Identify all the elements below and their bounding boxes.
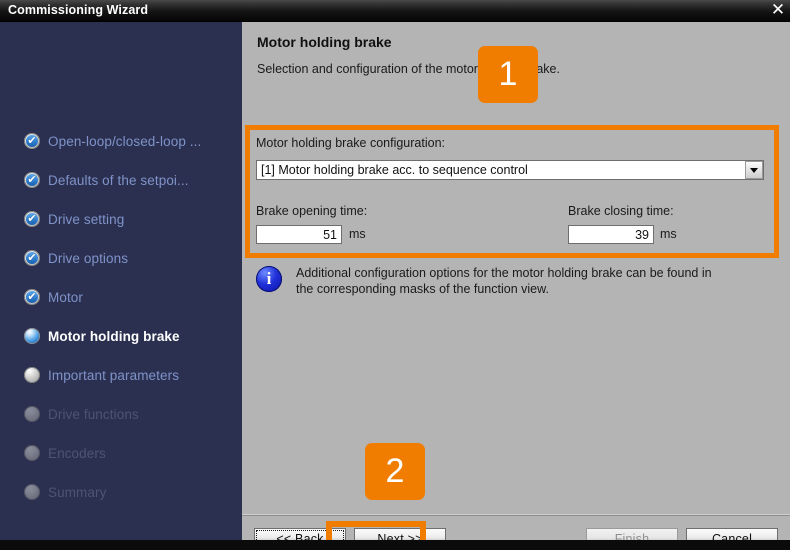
sidebar-item-label: Open-loop/closed-loop ... xyxy=(48,133,202,149)
wizard-step-sidebar: ✔ Open-loop/closed-loop ... ✔ Defaults of t… xyxy=(0,22,242,540)
check-circle-icon: ✔ xyxy=(24,133,40,149)
disabled-circle-icon xyxy=(24,406,40,422)
sidebar-item-important-parameters[interactable]: Important parameters xyxy=(24,364,179,386)
annotation-badge-2: 2 xyxy=(365,443,425,500)
check-circle-icon: ✔ xyxy=(24,211,40,227)
sidebar-item-motor-holding-brake[interactable]: Motor holding brake xyxy=(24,325,180,347)
title-bar: Commissioning Wizard ✕ xyxy=(0,0,790,22)
check-glyph: ✔ xyxy=(27,134,37,147)
footer-separator xyxy=(242,514,790,516)
sidebar-item-label: Drive options xyxy=(48,250,129,266)
sidebar-item-open-loop-closed-loop[interactable]: ✔ Open-loop/closed-loop ... xyxy=(24,130,201,152)
check-glyph: ✔ xyxy=(27,173,37,186)
close-icon[interactable]: ✕ xyxy=(768,1,788,21)
info-icon: i xyxy=(256,266,282,292)
sidebar-item-drive-setting[interactable]: ✔ Drive setting xyxy=(24,208,124,230)
sidebar-item-label: Motor holding brake xyxy=(48,328,180,344)
check-circle-icon: ✔ xyxy=(24,289,40,305)
sidebar-item-encoders: Encoders xyxy=(24,442,106,464)
annotation-badge-1: 1 xyxy=(478,46,538,103)
sidebar-item-label: Motor xyxy=(48,289,84,305)
commissioning-wizard-window: Commissioning Wizard ✕ ✔ Open-loop/closed… xyxy=(0,0,790,550)
sidebar-item-label: Encoders xyxy=(48,445,106,461)
sidebar-item-label: Important parameters xyxy=(48,367,180,383)
sidebar-item-label: Drive setting xyxy=(48,211,125,227)
sidebar-item-drive-functions: Drive functions xyxy=(24,403,139,425)
sidebar-item-motor[interactable]: ✔ Motor xyxy=(24,286,83,308)
check-circle-icon: ✔ xyxy=(24,250,40,266)
info-note: i Additional configuration options for t… xyxy=(256,265,756,297)
sidebar-item-summary: Summary xyxy=(24,481,106,503)
active-circle-icon xyxy=(24,328,40,344)
pending-circle-icon xyxy=(24,367,40,383)
disabled-circle-icon xyxy=(24,484,40,500)
check-circle-icon: ✔ xyxy=(24,172,40,188)
sidebar-item-drive-options[interactable]: ✔ Drive options xyxy=(24,247,128,269)
check-glyph: ✔ xyxy=(27,251,37,264)
info-icon-glyph: i xyxy=(266,269,272,288)
info-note-text: Additional configuration options for the… xyxy=(296,266,712,296)
page-title: Motor holding brake xyxy=(257,34,392,50)
check-glyph: ✔ xyxy=(27,290,37,303)
check-glyph: ✔ xyxy=(27,212,37,225)
disabled-circle-icon xyxy=(24,445,40,461)
sidebar-item-label: Summary xyxy=(48,484,107,500)
window-title: Commissioning Wizard xyxy=(8,3,149,17)
sidebar-item-defaults-of-the-setpoi[interactable]: ✔ Defaults of the setpoi... xyxy=(24,169,189,191)
annotation-highlight-config xyxy=(245,125,779,258)
sidebar-item-label: Drive functions xyxy=(48,406,139,422)
sidebar-item-label: Defaults of the setpoi... xyxy=(48,172,189,188)
window-bottom-frame xyxy=(0,540,790,550)
